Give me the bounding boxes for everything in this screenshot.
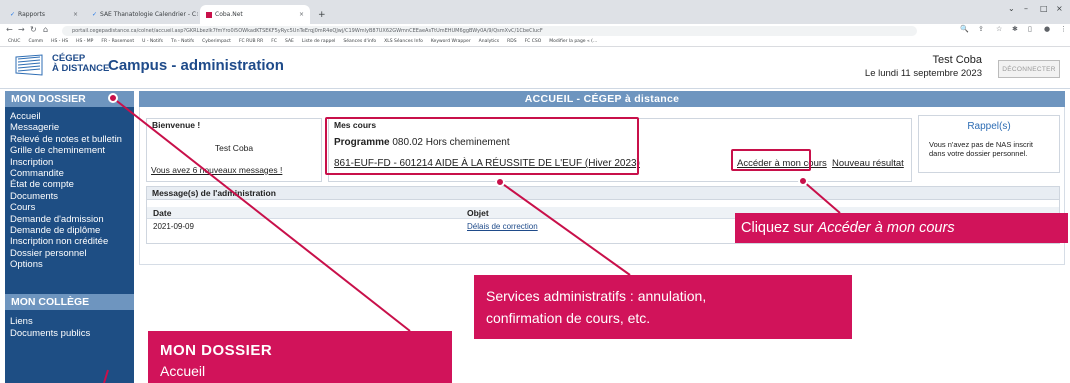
callout-services-line2: confirmation de cours, etc. xyxy=(486,310,651,326)
callout-dossier-sub: Accueil xyxy=(160,363,206,379)
callout-access-emph: Accéder à mon cours xyxy=(817,220,955,236)
highlight-courses xyxy=(325,117,639,175)
line-bottom xyxy=(103,369,109,383)
marker-dot xyxy=(798,176,808,186)
callout-access-prefix: Cliquez sur xyxy=(741,220,818,236)
callout-services-line1: Services administratifs : annulation, xyxy=(486,288,707,304)
line-services xyxy=(499,181,631,276)
callout-dossier-title: MON DOSSIER xyxy=(160,342,273,359)
callout-services: Services administratifs : annulation, co… xyxy=(474,275,852,339)
callout-dossier: MON DOSSIER Accueil xyxy=(148,331,452,383)
marker-dot xyxy=(495,177,505,187)
marker-dot xyxy=(108,93,118,103)
callout-access-course: Cliquez sur Accéder à mon cours xyxy=(735,213,1068,243)
highlight-access xyxy=(731,149,811,171)
line-access xyxy=(802,180,841,214)
